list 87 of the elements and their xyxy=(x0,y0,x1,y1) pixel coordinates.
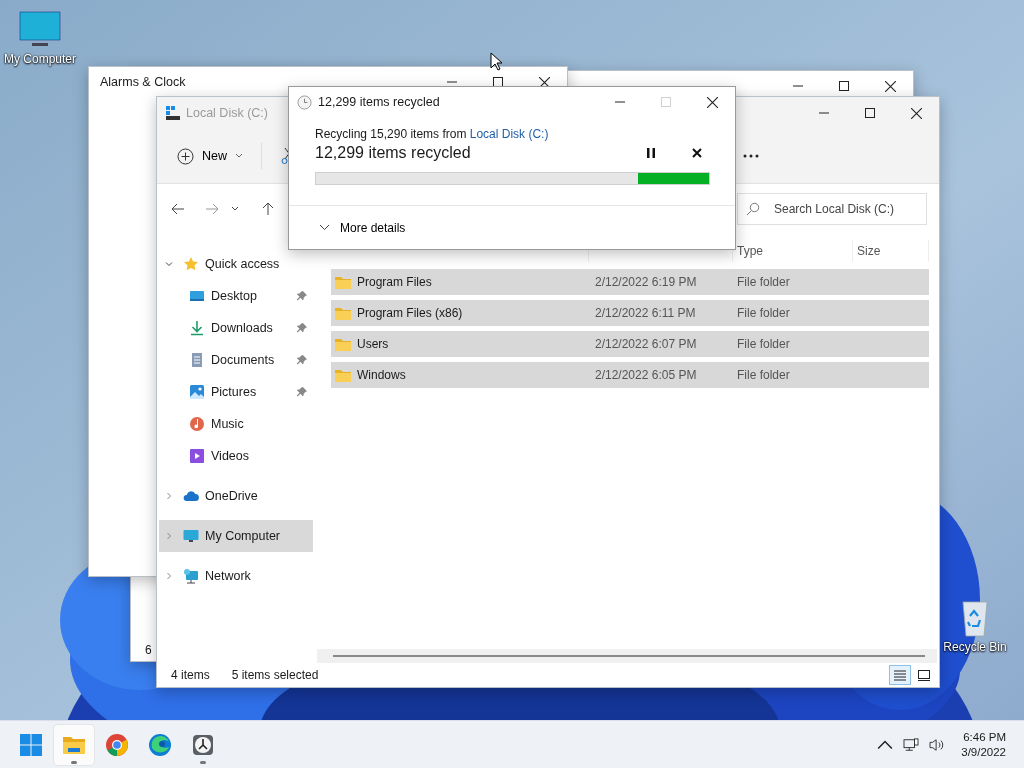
sidebar-item[interactable]: Videos xyxy=(159,440,313,472)
alarm-clock-icon xyxy=(191,732,215,757)
taskbar-app-button[interactable] xyxy=(54,724,94,765)
browser-icon xyxy=(105,732,129,757)
window-title: Local Disk (C:) xyxy=(185,106,269,120)
file-name: Program Files xyxy=(357,275,432,289)
type-cell-text: File folder xyxy=(736,337,791,351)
sidebar-item[interactable]: Pictures xyxy=(159,376,313,408)
sidebar-item[interactable]: OneDrive xyxy=(159,480,313,512)
new-button[interactable]: New xyxy=(171,143,249,169)
file-row[interactable]: Users 2/12/2022 6:07 PM File folder xyxy=(331,331,929,357)
selection-count: 5 items selected xyxy=(231,668,319,682)
file-name: Program Files (x86) xyxy=(357,306,463,320)
browser-wave-icon xyxy=(148,732,172,757)
date-cell-text: 2/12/2022 6:11 PM xyxy=(594,306,697,320)
music-icon xyxy=(189,416,205,432)
folder-icon xyxy=(335,306,351,320)
close-icon xyxy=(538,76,550,88)
sidebar-item[interactable]: Quick access xyxy=(159,248,313,280)
folder-icon xyxy=(335,275,351,289)
folder-icon xyxy=(335,368,351,382)
date-cell-text: 2/12/2022 6:07 PM xyxy=(594,337,698,351)
item-count: 4 items xyxy=(171,668,210,682)
star-icon xyxy=(183,256,199,272)
horizontal-scrollbar[interactable] xyxy=(317,649,937,663)
desktop-icon xyxy=(189,288,205,304)
back-arrow-icon[interactable] xyxy=(171,202,185,216)
status-text: 6 xyxy=(144,643,152,659)
chevron-down-icon[interactable] xyxy=(231,206,239,212)
progress-description: Recycling 15,290 items from Local Disk (C:) xyxy=(315,127,550,141)
close-icon xyxy=(884,80,896,92)
tile-icon xyxy=(918,669,930,681)
sidebar-item[interactable]: Network xyxy=(159,560,313,592)
pause-icon xyxy=(647,148,655,158)
sidebar-item[interactable]: Desktop xyxy=(159,280,313,312)
maximize-icon xyxy=(865,108,875,118)
drive-icon xyxy=(165,105,181,121)
forward-arrow-icon[interactable] xyxy=(205,202,219,216)
sidebar-item[interactable]: Documents xyxy=(159,344,313,376)
folder-icon xyxy=(335,337,351,351)
file-row[interactable]: Program Files (x86) 2/12/2022 6:11 PM File folder xyxy=(331,300,929,326)
clock[interactable]: 6:46 PM 3/9/2022 xyxy=(961,731,1006,758)
maximize-icon xyxy=(839,81,849,91)
download-icon xyxy=(189,320,205,336)
close-icon xyxy=(692,148,702,158)
chevron-down-icon xyxy=(235,153,243,159)
time-text: 6:46 PM xyxy=(963,731,1006,743)
window-title: 12,299 items recycled xyxy=(317,95,441,109)
sidebar-item[interactable]: My Computer xyxy=(159,520,313,552)
sidebar-item[interactable]: Downloads xyxy=(159,312,313,344)
more-icon[interactable] xyxy=(743,154,759,158)
chevron-icon[interactable] xyxy=(165,260,173,268)
plus-circle-icon xyxy=(177,147,194,165)
file-name: Users xyxy=(357,337,389,351)
file-row[interactable]: Program Files 2/12/2022 6:19 PM File folder xyxy=(331,269,929,295)
desktop-icon-label[interactable]: Recycle Bin xyxy=(943,640,1007,654)
close-icon xyxy=(706,96,718,108)
progress-headline: 12,299 items recycled xyxy=(315,144,472,162)
volume-icon[interactable] xyxy=(929,737,946,752)
chevron-down-icon xyxy=(319,224,330,231)
sidebar-item[interactable]: Music xyxy=(159,408,313,440)
up-arrow-icon[interactable] xyxy=(261,202,275,216)
file-row[interactable]: Windows 2/12/2022 6:05 PM File folder xyxy=(331,362,929,388)
network-icon[interactable] xyxy=(903,737,920,752)
date-cell-text: 2/12/2022 6:19 PM xyxy=(594,275,698,289)
type-cell-text: File folder xyxy=(736,306,791,320)
close-icon xyxy=(910,107,922,119)
date-text: 3/9/2022 xyxy=(961,746,1006,758)
computer-icon xyxy=(183,528,199,544)
more-details-button[interactable]: More details xyxy=(319,220,406,235)
list-lines-icon xyxy=(894,669,906,681)
window-title: Alarms & Clock xyxy=(99,75,187,89)
video-icon xyxy=(189,448,205,464)
file-name: Windows xyxy=(357,368,406,382)
type-cell-text: File folder xyxy=(736,368,791,382)
type-cell-text: File folder xyxy=(736,275,791,289)
pictures-icon xyxy=(189,384,205,400)
cloud-icon xyxy=(183,488,199,504)
column-header[interactable]: Size xyxy=(853,240,929,262)
clock-icon xyxy=(297,94,312,110)
date-cell-text: 2/12/2022 6:05 PM xyxy=(594,368,698,382)
maximize-icon xyxy=(661,97,671,107)
windows-logo-icon xyxy=(19,732,43,757)
network-icon xyxy=(183,568,199,584)
document-icon xyxy=(189,352,205,368)
search-field[interactable]: Search Local Disk (C:) xyxy=(737,193,927,225)
source-link[interactable]: Local Disk (C:) xyxy=(469,127,549,141)
